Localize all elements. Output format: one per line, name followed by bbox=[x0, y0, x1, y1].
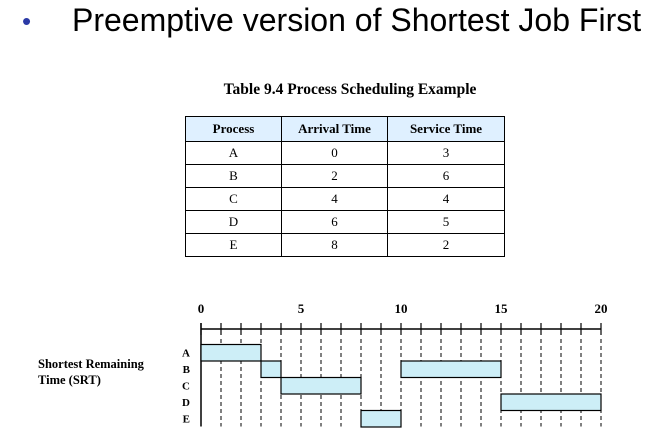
gantt-bar-c bbox=[280, 376, 362, 395]
process-row-label: C bbox=[182, 380, 190, 392]
gantt-bar-e bbox=[360, 409, 402, 428]
gantt-grid bbox=[220, 339, 602, 427]
axis-tick-label: 15 bbox=[495, 301, 509, 316]
process-row-label: B bbox=[183, 364, 191, 376]
gantt-process-labels: ABCDE bbox=[182, 347, 191, 425]
process-row-label: D bbox=[182, 397, 190, 409]
srt-gantt-chart: 0 5 10 15 20 ABCDE bbox=[182, 301, 608, 428]
process-row-label: A bbox=[182, 347, 190, 359]
process-row-label: E bbox=[183, 413, 190, 425]
gantt-bar-b bbox=[260, 360, 282, 379]
gantt-bar-a bbox=[200, 343, 262, 362]
axis-tick-label: 0 bbox=[198, 301, 205, 316]
axis-tick-label: 20 bbox=[595, 301, 608, 316]
gantt-bar-d bbox=[500, 393, 602, 412]
axis-tick-label: 10 bbox=[395, 301, 408, 316]
axis-tick-label: 5 bbox=[298, 301, 305, 316]
gantt-bar-b bbox=[400, 360, 502, 379]
